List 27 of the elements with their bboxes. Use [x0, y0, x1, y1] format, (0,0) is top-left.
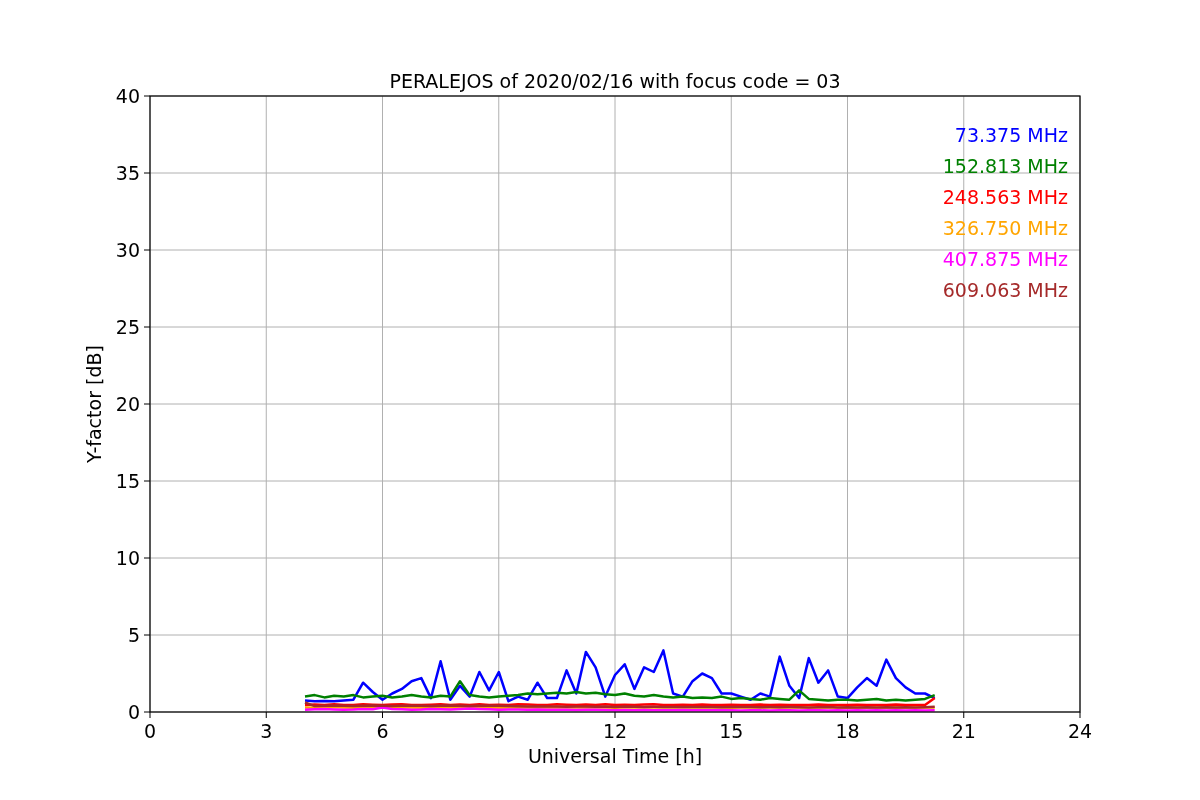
legend-label: 248.563 MHz	[942, 186, 1068, 208]
legend-label: 73.375 MHz	[954, 124, 1068, 146]
x-tick-label: 9	[492, 720, 505, 742]
y-tick-label: 5	[127, 624, 140, 646]
x-tick-label: 15	[719, 720, 744, 742]
x-tick-label: 3	[260, 720, 273, 742]
legend-label: 407.875 MHz	[942, 248, 1068, 270]
x-tick-label: 12	[602, 720, 628, 742]
x-tick-label: 0	[143, 720, 157, 742]
y-tick-label: 40	[115, 85, 140, 107]
y-axis-label: Y-factor [dB]	[83, 345, 105, 463]
x-tick-label: 6	[376, 720, 389, 742]
legend-label: 152.813 MHz	[942, 155, 1068, 177]
y-tick-label: 15	[115, 470, 140, 492]
x-tick-label: 18	[835, 720, 860, 742]
x-axis-label: Universal Time [h]	[527, 745, 703, 767]
y-tick-label: 10	[115, 547, 140, 569]
y-tick-label: 30	[115, 239, 140, 261]
chart-title: PERALEJOS of 2020/02/16 with focus code = 03	[389, 70, 841, 92]
x-tick-label: 21	[951, 720, 976, 742]
y-tick-label: 25	[115, 316, 140, 338]
legend-label: 609.063 MHz	[942, 279, 1068, 301]
y-tick-label: 0	[127, 701, 140, 723]
x-tick-label: 24	[1067, 720, 1093, 742]
y-tick-label: 20	[115, 393, 140, 415]
legend-label: 326.750 MHz	[942, 217, 1068, 239]
y-tick-label: 35	[115, 162, 140, 184]
